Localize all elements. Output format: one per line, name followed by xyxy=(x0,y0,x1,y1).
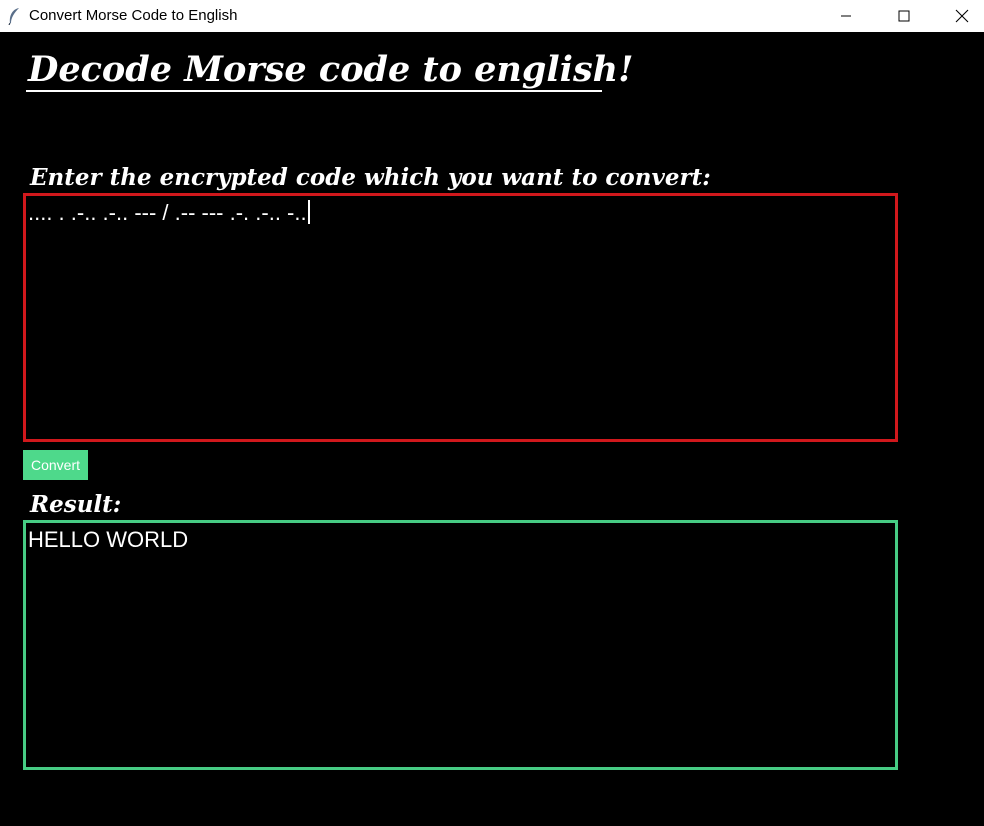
morse-input[interactable]: .... . .-.. .-.. --- / .-- --- .-. .-.. … xyxy=(23,193,898,442)
result-text: HELLO WORLD xyxy=(28,527,189,552)
morse-input-text: .... . .-.. .-.. --- / .-- --- .-. .-.. … xyxy=(28,200,307,225)
maximize-icon xyxy=(898,10,910,22)
maximize-button[interactable] xyxy=(881,0,927,32)
input-label: Enter the encrypted code which you want … xyxy=(30,164,711,191)
title-underline xyxy=(26,90,602,92)
close-button[interactable] xyxy=(939,0,984,32)
minimize-icon xyxy=(841,15,851,17)
app-window: Convert Morse Code to English Decode Mor… xyxy=(0,0,984,826)
page-title: Decode Morse code to english! xyxy=(28,49,634,90)
close-icon xyxy=(955,9,969,23)
minimize-button[interactable] xyxy=(823,0,869,32)
window-title: Convert Morse Code to English xyxy=(29,7,238,24)
text-caret xyxy=(307,200,310,224)
title-bar: Convert Morse Code to English xyxy=(0,0,984,32)
feather-icon xyxy=(7,7,21,26)
convert-button[interactable]: Convert xyxy=(23,450,88,480)
result-label: Result: xyxy=(30,491,122,518)
result-output[interactable]: HELLO WORLD xyxy=(23,520,898,770)
